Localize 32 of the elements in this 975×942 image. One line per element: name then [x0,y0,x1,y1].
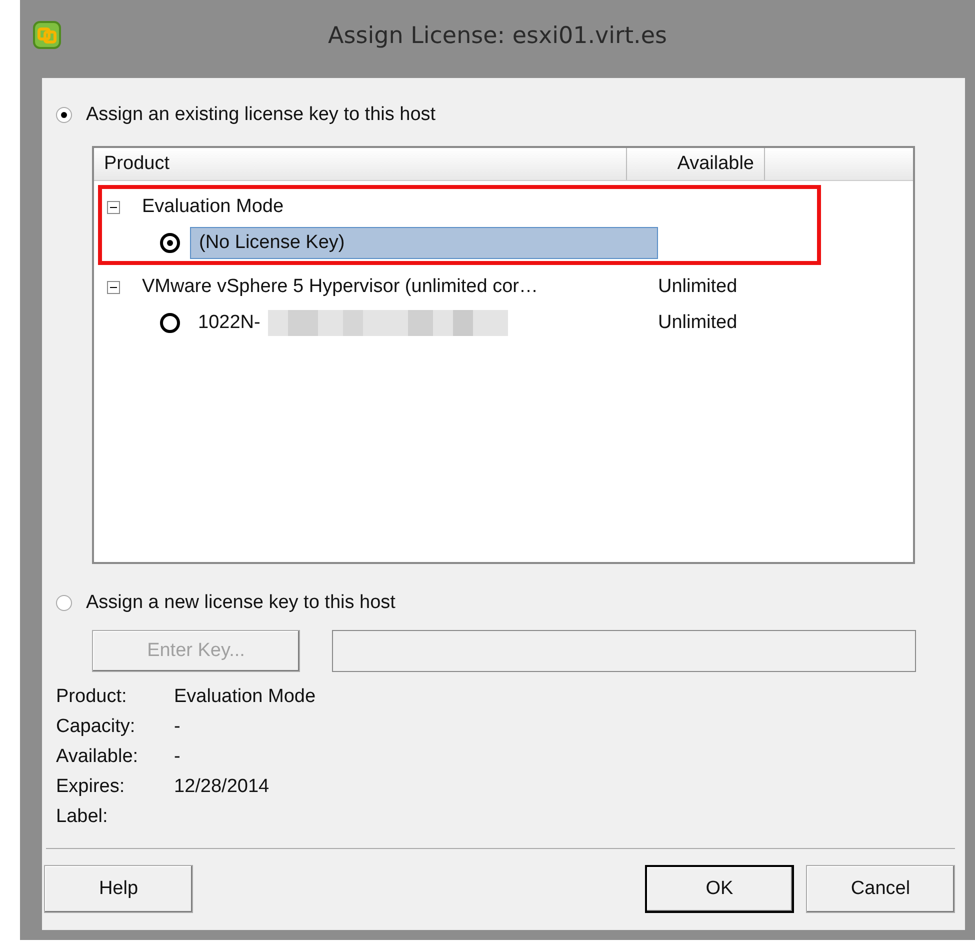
product-group[interactable]: Evaluation Mode [142,196,284,218]
window-title: Assign License: esxi01.virt.es [327,23,668,49]
option-label: Assign an existing license key to this host [86,104,436,126]
license-key[interactable]: (No License Key) [190,227,658,259]
detail-value: 12/28/2014 [174,776,270,797]
tree-row[interactable]: VMware vSphere 5 Hypervisor (unlimited cor… Unlimited [102,269,905,305]
radio-button[interactable] [56,107,72,123]
collapse-toggle[interactable] [107,280,120,294]
license-key[interactable]: 1022N- [190,308,268,338]
radio-button[interactable] [160,313,180,333]
detail-label: Product: [56,685,128,709]
radio-button[interactable] [160,233,180,253]
column-header[interactable]: Product [94,148,627,180]
dialog-button[interactable]: Help [44,865,193,913]
app-icon [32,20,62,50]
collapse-toggle[interactable] [107,200,120,214]
license-key-field[interactable] [332,630,916,672]
detail-label: Label: [56,805,109,829]
available-cell: Unlimited [658,276,738,297]
detail-value: Evaluation Mode [174,686,316,707]
detail-label: Expires: [56,775,126,799]
detail-value: - [174,716,180,737]
dialog-button[interactable]: Cancel [806,865,955,913]
detail-value: - [174,746,180,767]
column-header[interactable]: Available [627,148,765,180]
product-group[interactable]: VMware vSphere 5 Hypervisor (unlimited cor… [142,276,538,298]
dialog-button[interactable]: OK [645,865,794,913]
available-cell: Unlimited [658,312,738,333]
detail-label: Capacity: [56,715,136,739]
radio-button[interactable] [56,595,72,611]
detail-label: Available: [56,745,140,769]
option-label: Assign a new license key to this host [86,592,396,614]
